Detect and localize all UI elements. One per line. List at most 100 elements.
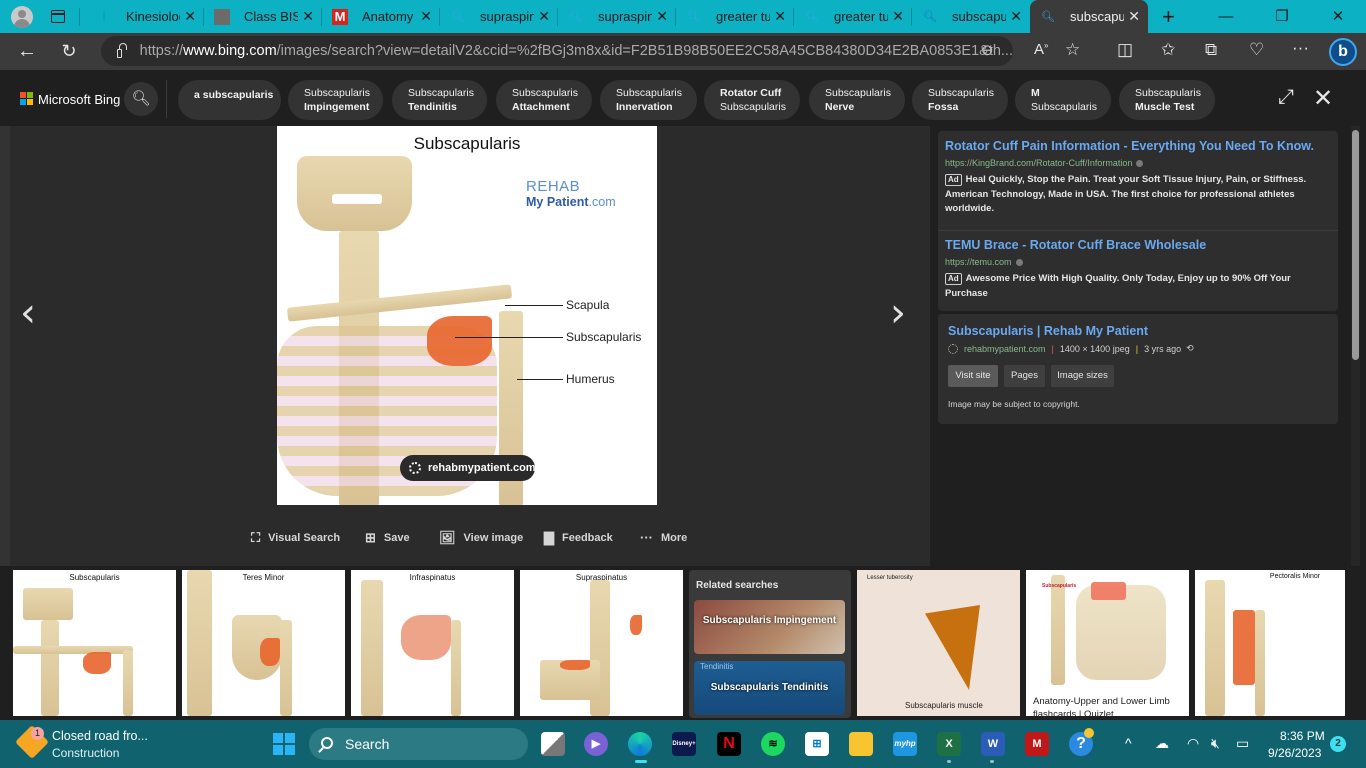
weather-headline[interactable]: Closed road fro... bbox=[52, 729, 148, 743]
favorite-star-icon[interactable]: ☆ bbox=[1065, 40, 1080, 60]
related-chip[interactable]: Rotator Cuff Subscapularis bbox=[704, 80, 800, 120]
back-button[interactable]: ← bbox=[6, 40, 48, 63]
spotify-icon[interactable]: ≋ bbox=[761, 732, 785, 756]
file-explorer-icon[interactable] bbox=[849, 732, 873, 756]
teams-chat-icon[interactable]: ▶ bbox=[584, 732, 608, 756]
onedrive-cloud-icon[interactable]: ☁ bbox=[1155, 735, 1169, 752]
tab-subscapularis-active[interactable]: 🔍︎ subscapul ✕ bbox=[1030, 0, 1148, 33]
thumbnail-teres-minor[interactable]: Teres Minor bbox=[182, 570, 345, 716]
close-viewer-icon[interactable]: ✕ bbox=[1313, 84, 1333, 113]
related-chip[interactable]: M Subscapularis bbox=[1015, 80, 1111, 120]
pages-button[interactable]: Pages bbox=[1004, 365, 1045, 387]
tab-greater-tubercle-2[interactable]: 🔍︎ greater tul ✕ bbox=[794, 0, 912, 33]
address-bar[interactable]: https://www.bing.com/images/search?view=… bbox=[101, 36, 1013, 66]
related-chip[interactable]: Subscapularis Fossa bbox=[912, 80, 1008, 120]
tab-subscapularis-1[interactable]: 🔍︎ subscapul ✕ bbox=[912, 0, 1030, 33]
main-image[interactable]: Subscapularis REHAB My Patient.com Scapu… bbox=[277, 126, 657, 505]
related-search-impingement[interactable]: Subscapularis Impingement bbox=[694, 600, 845, 654]
battery-icon[interactable]: ▭ bbox=[1236, 735, 1249, 752]
bing-copilot-button[interactable]: b bbox=[1329, 38, 1357, 66]
collections-icon[interactable]: ⧉ bbox=[1205, 40, 1217, 60]
tab-actions-icon[interactable] bbox=[51, 10, 65, 23]
ad-url[interactable]: https://KingBrand.com/Rotator-Cuff/Infor… bbox=[945, 158, 1335, 168]
settings-more-icon[interactable]: ··· bbox=[1292, 38, 1309, 58]
scrollbar-thumb[interactable] bbox=[1352, 130, 1359, 360]
read-aloud-icon[interactable]: A» bbox=[1034, 41, 1048, 58]
related-chip[interactable]: Subscapularis Nerve bbox=[809, 80, 905, 120]
wifi-icon[interactable]: ◠ bbox=[1187, 735, 1199, 752]
view-image-button[interactable]: 🖼︎ View image bbox=[439, 530, 523, 546]
related-chip[interactable]: Subscapularis Innervation bbox=[600, 80, 697, 120]
related-chip[interactable]: a subscapularis bbox=[178, 80, 281, 120]
close-tab-icon[interactable]: ✕ bbox=[892, 8, 904, 25]
edge-browser-icon[interactable] bbox=[628, 732, 652, 756]
microsoft-store-icon[interactable]: ⊞ bbox=[805, 732, 829, 756]
show-hidden-icons-chevron-icon[interactable]: ^ bbox=[1125, 735, 1132, 751]
ad-title-link[interactable]: Rotator Cuff Pain Information - Everythi… bbox=[945, 139, 1335, 153]
tab-class-bisc[interactable]: Class BISC ✕ bbox=[204, 0, 322, 33]
bing-brand[interactable]: Microsoft Bing bbox=[38, 92, 120, 107]
visit-site-button[interactable]: Visit site bbox=[948, 365, 998, 387]
close-tab-icon[interactable]: ✕ bbox=[1010, 8, 1022, 25]
mcafee-icon[interactable]: M bbox=[1025, 732, 1049, 756]
tab-greater-tubercle-1[interactable]: 🔍︎ greater tul ✕ bbox=[676, 0, 794, 33]
search-button[interactable]: 🔍︎ bbox=[124, 82, 158, 116]
info-icon[interactable] bbox=[1136, 160, 1144, 168]
tab-supraspinatus-1[interactable]: 🔍︎ supraspina ✕ bbox=[440, 0, 558, 33]
refresh-button[interactable]: ↻ bbox=[48, 41, 90, 62]
close-tab-icon[interactable]: ✕ bbox=[302, 8, 314, 25]
tab-supraspinatus-2[interactable]: 🔍︎ supraspina ✕ bbox=[558, 0, 676, 33]
microsoft-logo-icon[interactable] bbox=[20, 92, 33, 105]
image-page-title-link[interactable]: Subscapularis | Rehab My Patient bbox=[948, 324, 1148, 338]
tab-anatomy[interactable]: M Anatomy & ✕ bbox=[322, 0, 440, 33]
task-view-icon[interactable] bbox=[541, 732, 565, 756]
weather-subtitle[interactable]: Construction bbox=[52, 746, 119, 760]
taskbar-search[interactable]: Search bbox=[309, 728, 528, 760]
thumbnail-pectoralis-minor[interactable]: Pectoralis Minor bbox=[1195, 570, 1345, 716]
ad-url[interactable]: https://temu.com bbox=[945, 257, 1335, 267]
window-close-button[interactable]: ✕ bbox=[1310, 0, 1366, 33]
lock-icon[interactable] bbox=[117, 42, 127, 58]
close-tab-icon[interactable]: ✕ bbox=[774, 8, 786, 25]
netflix-icon[interactable]: N bbox=[717, 732, 741, 756]
url-text[interactable]: https://www.bing.com/images/search?view=… bbox=[140, 43, 1013, 59]
related-search-tendinitis[interactable]: Tendinitis Subscapularis Tendinitis bbox=[694, 661, 845, 715]
clock-time[interactable]: 8:36 PM bbox=[1280, 729, 1325, 743]
more-button[interactable]: ··· More bbox=[640, 530, 687, 545]
close-tab-icon[interactable]: ✕ bbox=[656, 8, 668, 25]
save-button[interactable]: ⊞ Save bbox=[365, 530, 410, 546]
disney-plus-icon[interactable]: Disney+ bbox=[672, 732, 696, 756]
tab-kinesiology[interactable]: ⁞ Kinesiolog ✕ bbox=[86, 0, 204, 33]
close-tab-icon[interactable]: ✕ bbox=[538, 8, 550, 25]
image-sizes-button[interactable]: Image sizes bbox=[1051, 365, 1114, 387]
thumbnail-subscapularis-muscle[interactable]: Lesser tuberosity Subscapularis muscle bbox=[857, 570, 1020, 716]
close-tab-icon[interactable]: ✕ bbox=[420, 8, 432, 25]
volume-muted-icon[interactable]: 🔇︎ bbox=[1211, 735, 1220, 752]
visual-search-button[interactable]: ⛶ Visual Search bbox=[251, 530, 340, 546]
minimize-button[interactable]: — bbox=[1198, 0, 1254, 33]
restore-button[interactable]: ❐ bbox=[1254, 0, 1310, 33]
feedback-button[interactable]: ▇ Feedback bbox=[544, 530, 613, 546]
excel-icon[interactable]: X bbox=[937, 732, 961, 756]
split-screen-icon[interactable]: ◫ bbox=[1117, 40, 1133, 60]
zoom-out-icon[interactable]: ⊖ bbox=[981, 41, 994, 59]
related-chip[interactable]: Subscapularis Attachment bbox=[496, 80, 592, 120]
clock-date[interactable]: 9/26/2023 bbox=[1268, 746, 1321, 760]
related-chip[interactable]: Subscapularis Impingement bbox=[288, 80, 383, 120]
browser-essentials-icon[interactable]: ♡ bbox=[1249, 40, 1264, 60]
expand-icon[interactable]: ⤢ bbox=[1278, 86, 1294, 109]
profile-avatar-icon[interactable] bbox=[11, 5, 33, 28]
thumbnail-supraspinatus[interactable]: Supraspinatus bbox=[520, 570, 683, 716]
related-chip[interactable]: Subscapularis Muscle Test bbox=[1119, 80, 1215, 120]
thumbnail-infraspinatus[interactable]: Infraspinatus bbox=[351, 570, 514, 716]
start-button-icon[interactable] bbox=[273, 733, 295, 755]
notification-count-badge[interactable]: 2 bbox=[1330, 736, 1346, 752]
word-icon[interactable]: W bbox=[981, 732, 1005, 756]
close-tab-icon[interactable]: ✕ bbox=[1128, 8, 1140, 25]
ad-title-link[interactable]: TEMU Brace - Rotator Cuff Brace Wholesal… bbox=[945, 238, 1335, 252]
thumbnail-subscapularis[interactable]: Subscapularis bbox=[13, 570, 176, 716]
favorites-icon[interactable]: ✩ bbox=[1161, 40, 1175, 60]
previous-image-arrow-icon[interactable]: ‹ bbox=[20, 290, 36, 336]
next-image-arrow-icon[interactable]: › bbox=[890, 290, 906, 336]
close-tab-icon[interactable]: ✕ bbox=[184, 8, 196, 25]
